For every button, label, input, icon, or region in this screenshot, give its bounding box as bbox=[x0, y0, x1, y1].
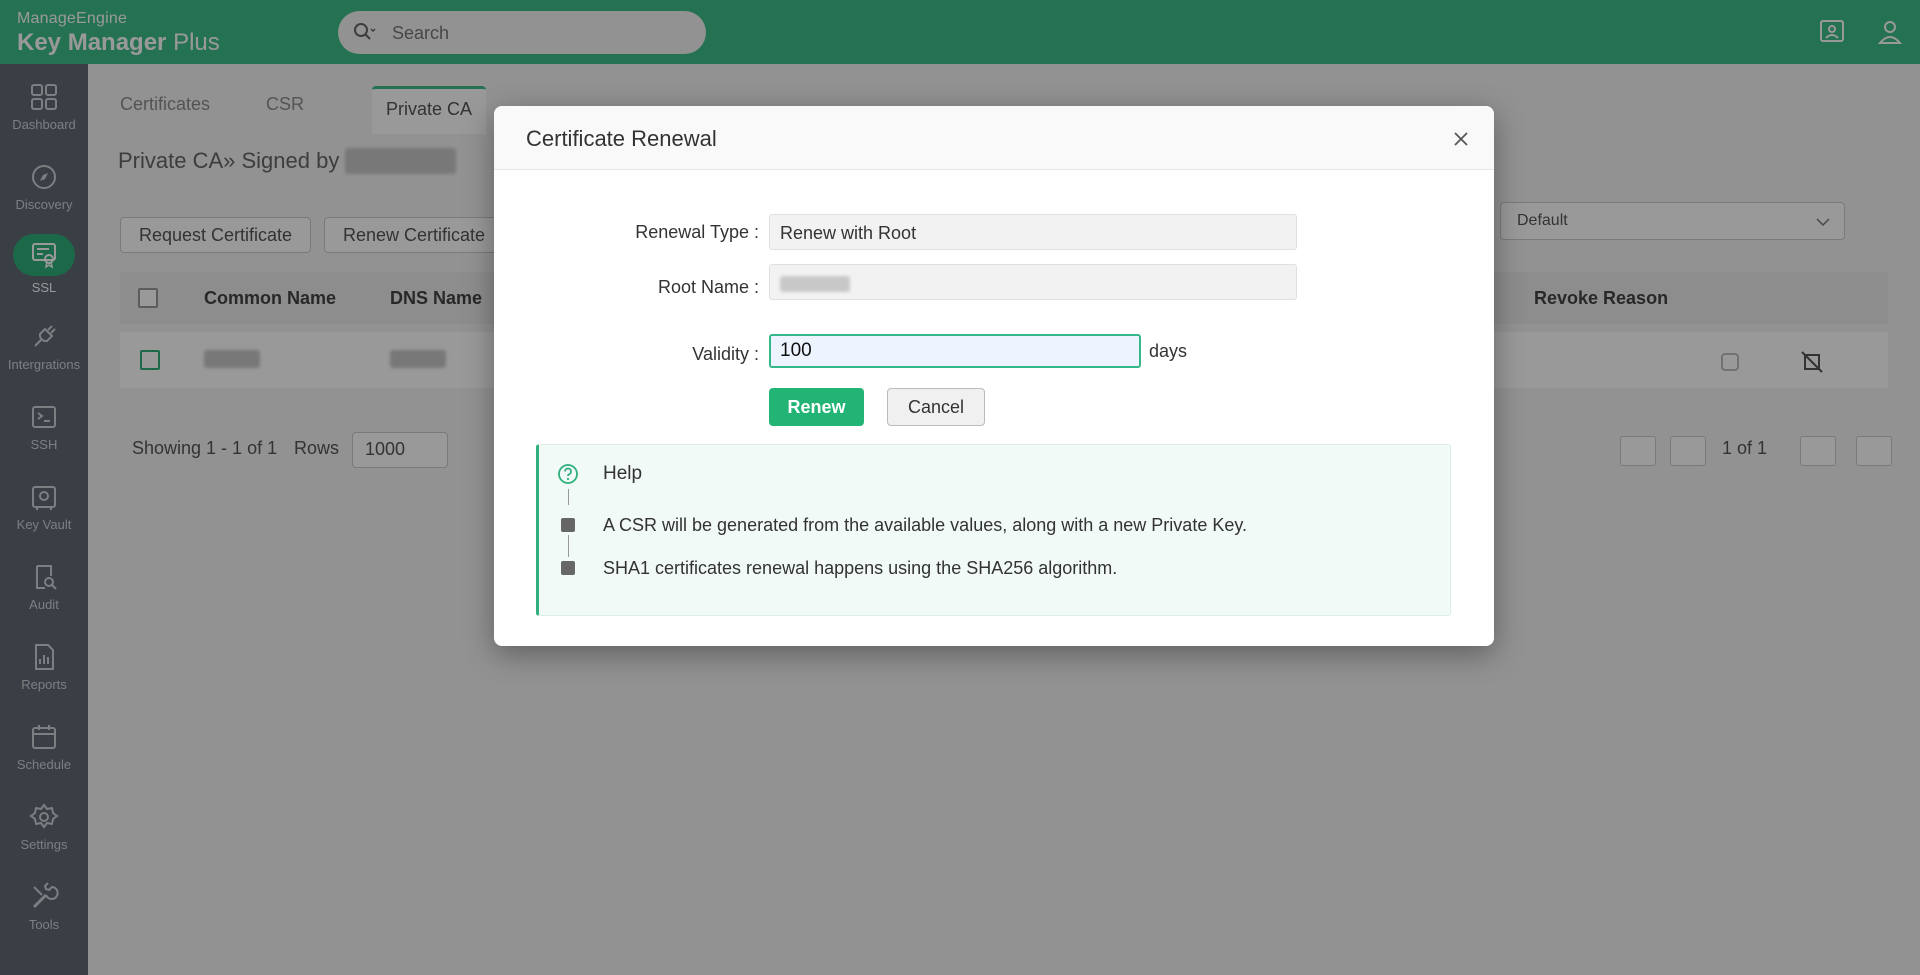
help-title: Help bbox=[603, 463, 643, 484]
root-name-label: Root Name : bbox=[657, 277, 759, 297]
validity-input[interactable] bbox=[769, 334, 1141, 368]
help-item: A CSR will be generated from the availab… bbox=[603, 515, 1248, 535]
dialog-header: Certificate Renewal bbox=[494, 106, 1494, 170]
validity-label: Validity : bbox=[692, 344, 759, 364]
help-bullet bbox=[561, 518, 575, 532]
root-name-value: testoneroot bbox=[780, 276, 851, 292]
close-icon[interactable] bbox=[1452, 130, 1470, 148]
root-name-field: testoneroot bbox=[769, 264, 1297, 300]
help-item: SHA1 certificates renewal happens using … bbox=[603, 558, 1118, 578]
renew-button[interactable]: Renew bbox=[769, 388, 864, 426]
renewal-type-field: Renew with Root bbox=[769, 214, 1297, 250]
dialog-title: Certificate Renewal bbox=[526, 126, 717, 151]
validity-unit: days bbox=[1149, 341, 1188, 361]
help-icon bbox=[558, 464, 578, 484]
renewal-type-label: Renewal Type : bbox=[635, 222, 759, 242]
help-panel: Help A CSR will be generated from the av… bbox=[536, 444, 1451, 616]
cancel-button[interactable]: Cancel bbox=[887, 388, 985, 426]
certificate-renewal-dialog: Certificate Renewal Renewal Type : Renew… bbox=[494, 106, 1494, 646]
help-bullet bbox=[561, 561, 575, 575]
